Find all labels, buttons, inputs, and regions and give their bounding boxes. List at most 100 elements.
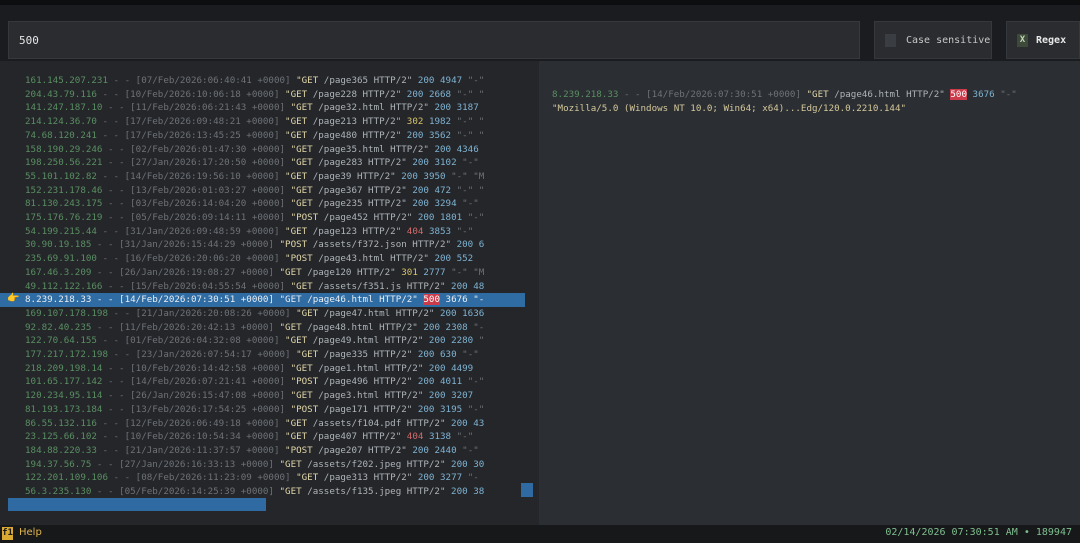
log-row[interactable]: 120.234.95.114 - - [26/Jan/2026:15:47:08… xyxy=(25,389,479,403)
log-separator: - - xyxy=(96,225,125,237)
log-verb: "GET xyxy=(285,88,308,100)
log-ip: 218.209.198.14 xyxy=(25,362,103,374)
log-row[interactable]: 169.107.178.198 - - [21/Jan/2026:20:08:2… xyxy=(25,307,490,321)
log-date: [21/Jan/2026:20:08:26 +0000] xyxy=(135,307,291,319)
help-key-badge[interactable]: f1 xyxy=(2,527,13,540)
log-path: /page120 HTTP/2" xyxy=(307,266,396,278)
log-date: [11/Feb/2026:20:42:13 +0000] xyxy=(119,321,274,333)
log-verb: "GET xyxy=(279,458,302,470)
detail-date: - - [14/Feb/2026:07:30:51 +0000] xyxy=(623,89,801,100)
log-status-match: 500 xyxy=(423,294,440,306)
log-row[interactable]: 30.90.19.185 - - [31/Jan/2026:15:44:29 +… xyxy=(25,238,490,252)
log-tail: "-" xyxy=(462,198,479,210)
log-status: 200 xyxy=(401,170,418,182)
log-status: 404 xyxy=(406,431,424,443)
log-path: /page171 HTTP/2" xyxy=(323,403,413,415)
log-date: [17/Feb/2026:13:45:25 +0000] xyxy=(124,129,280,141)
log-separator: - - xyxy=(102,280,131,292)
log-date: [13/Feb/2026:17:54:25 +0000] xyxy=(130,403,286,415)
log-path: /page228 HTTP/2" xyxy=(312,88,402,100)
log-row[interactable]: 81.193.173.184 - - [13/Feb/2026:17:54:25… xyxy=(25,403,484,417)
log-row[interactable]: 101.65.177.142 - - [14/Feb/2026:07:21:41… xyxy=(25,375,484,389)
log-row[interactable]: 152.231.178.46 - - [13/Feb/2026:01:03:27… xyxy=(25,184,484,198)
log-ip: 8.239.218.33 xyxy=(25,294,92,306)
log-row[interactable]: 194.37.56.75 - - [27/Jan/2026:16:33:13 +… xyxy=(25,458,490,472)
log-path: /page365 HTTP/2" xyxy=(323,75,413,86)
log-ip: 167.46.3.209 xyxy=(25,266,92,278)
log-row[interactable]: 23.125.66.102 - - [10/Feb/2026:10:54:34 … xyxy=(25,430,473,444)
log-row[interactable]: 177.217.172.198 - - [23/Jan/2026:07:54:1… xyxy=(25,348,479,362)
log-row[interactable]: 8.239.218.33 - - [14/Feb/2026:07:30:51 +… xyxy=(25,293,484,307)
log-row[interactable]: 56.3.235.130 - - [05/Feb/2026:14:25:39 +… xyxy=(25,485,490,499)
log-ip: 177.217.172.198 xyxy=(25,349,108,360)
log-row[interactable]: 161.145.207.231 - - [07/Feb/2026:06:40:4… xyxy=(25,74,484,88)
log-separator: - - xyxy=(107,472,136,484)
log-detail-pane: 8.239.218.33 - - [14/Feb/2026:07:30:51 +… xyxy=(539,61,1080,525)
log-ip: 158.190.29.246 xyxy=(25,143,103,155)
log-date: [12/Feb/2026:06:49:18 +0000] xyxy=(124,417,280,429)
log-row[interactable]: 49.112.122.166 - - [15/Feb/2026:04:55:54… xyxy=(25,280,490,294)
log-date: [03/Feb/2026:14:04:20 +0000] xyxy=(130,198,286,210)
window-top-border xyxy=(0,0,1080,5)
log-path: /page207 HTTP/2" xyxy=(318,444,407,456)
log-row[interactable]: 175.176.76.219 - - [05/Feb/2026:09:14:11… xyxy=(25,211,484,225)
log-separator: - - xyxy=(102,198,131,210)
log-size: 6 xyxy=(478,239,485,251)
log-row[interactable]: 204.43.79.116 - - [10/Feb/2026:10:06:18 … xyxy=(25,88,484,102)
detail-size: 3676 xyxy=(972,89,995,100)
log-path: /page3.html HTTP/2" xyxy=(318,390,424,402)
log-verb: "GET xyxy=(285,431,308,443)
log-tail: "-" xyxy=(456,225,474,237)
detail-path: /page46.html HTTP/2" xyxy=(834,89,945,100)
log-path: /assets/f351.js HTTP/2" xyxy=(318,280,446,292)
log-separator: - - xyxy=(102,212,131,223)
detail-user-agent: "Mozilla/5.0 (Windows NT 10.0; Win64; x6… xyxy=(552,103,907,114)
log-row[interactable]: 198.250.56.221 - - [27/Jan/2026:17:20:50… xyxy=(25,156,479,170)
log-separator: - - xyxy=(102,102,131,114)
log-row[interactable]: 74.68.120.241 - - [17/Feb/2026:13:45:25 … xyxy=(25,129,484,143)
log-status: 200 xyxy=(434,143,452,155)
log-row[interactable]: 55.101.102.82 - - [14/Feb/2026:19:56:10 … xyxy=(25,170,484,184)
log-tail: "- xyxy=(473,321,485,333)
log-verb: "GET xyxy=(290,280,313,292)
search-bar[interactable] xyxy=(8,21,860,59)
log-tail: "-" xyxy=(462,349,479,360)
regex-toggle[interactable]: X Regex xyxy=(1006,21,1080,59)
log-size: 2308 xyxy=(445,321,468,333)
log-separator: - - xyxy=(102,390,131,402)
log-size: 48 xyxy=(473,280,485,292)
help-label[interactable]: Help xyxy=(19,527,42,538)
log-tail: "- xyxy=(473,294,485,306)
log-date: [08/Feb/2026:11:23:09 +0000] xyxy=(135,472,291,484)
log-status: 200 xyxy=(451,458,468,470)
log-row[interactable]: 92.82.40.235 - - [11/Feb/2026:20:42:13 +… xyxy=(25,321,484,335)
log-ip: 161.145.207.231 xyxy=(25,75,108,86)
log-row[interactable]: 122.201.109.106 - - [08/Feb/2026:11:23:0… xyxy=(25,471,479,485)
regex-label: Regex xyxy=(1036,34,1067,46)
log-size: 4499 xyxy=(451,362,474,374)
log-row[interactable]: 167.46.3.209 - - [26/Jan/2026:19:08:27 +… xyxy=(25,266,484,280)
log-row[interactable]: 235.69.91.100 - - [16/Feb/2026:20:06:20 … xyxy=(25,252,479,266)
log-row[interactable]: 122.70.64.155 - - [01/Feb/2026:04:32:08 … xyxy=(25,334,484,348)
log-tail: " xyxy=(478,335,485,347)
log-row[interactable]: 86.55.132.116 - - [12/Feb/2026:06:49:18 … xyxy=(25,417,490,431)
horizontal-scrollbar-thumb[interactable] xyxy=(8,498,266,511)
log-row[interactable]: 54.199.215.44 - - [31/Jan/2026:09:48:59 … xyxy=(25,225,473,239)
log-ip: 49.112.122.166 xyxy=(25,280,103,292)
log-row[interactable]: 214.124.36.70 - - [17/Feb/2026:09:48:21 … xyxy=(25,115,484,129)
log-row[interactable]: 184.88.220.33 - - [21/Jan/2026:11:37:57 … xyxy=(25,444,479,458)
log-row[interactable]: 158.190.29.246 - - [02/Feb/2026:01:47:30… xyxy=(25,143,484,157)
log-status: 302 xyxy=(406,116,424,128)
case-sensitive-toggle[interactable]: X Case sensitive xyxy=(874,21,992,59)
log-path: /page496 HTTP/2" xyxy=(323,376,413,388)
search-input[interactable] xyxy=(9,22,859,58)
log-row[interactable]: 218.209.198.14 - - [10/Feb/2026:14:42:58… xyxy=(25,362,479,376)
log-separator: - - xyxy=(102,184,131,196)
log-list-pane[interactable]: 161.145.207.231 - - [07/Feb/2026:06:40:4… xyxy=(0,61,539,525)
log-row[interactable]: 141.247.187.10 - - [11/Feb/2026:06:21:43… xyxy=(25,101,484,115)
log-tail: "-" xyxy=(462,444,479,456)
log-date: [07/Feb/2026:06:40:41 +0000] xyxy=(135,75,291,86)
log-row[interactable]: 81.130.243.175 - - [03/Feb/2026:14:04:20… xyxy=(25,197,479,211)
log-size: 3294 xyxy=(434,198,457,210)
vertical-scrollbar-thumb[interactable] xyxy=(521,483,533,497)
